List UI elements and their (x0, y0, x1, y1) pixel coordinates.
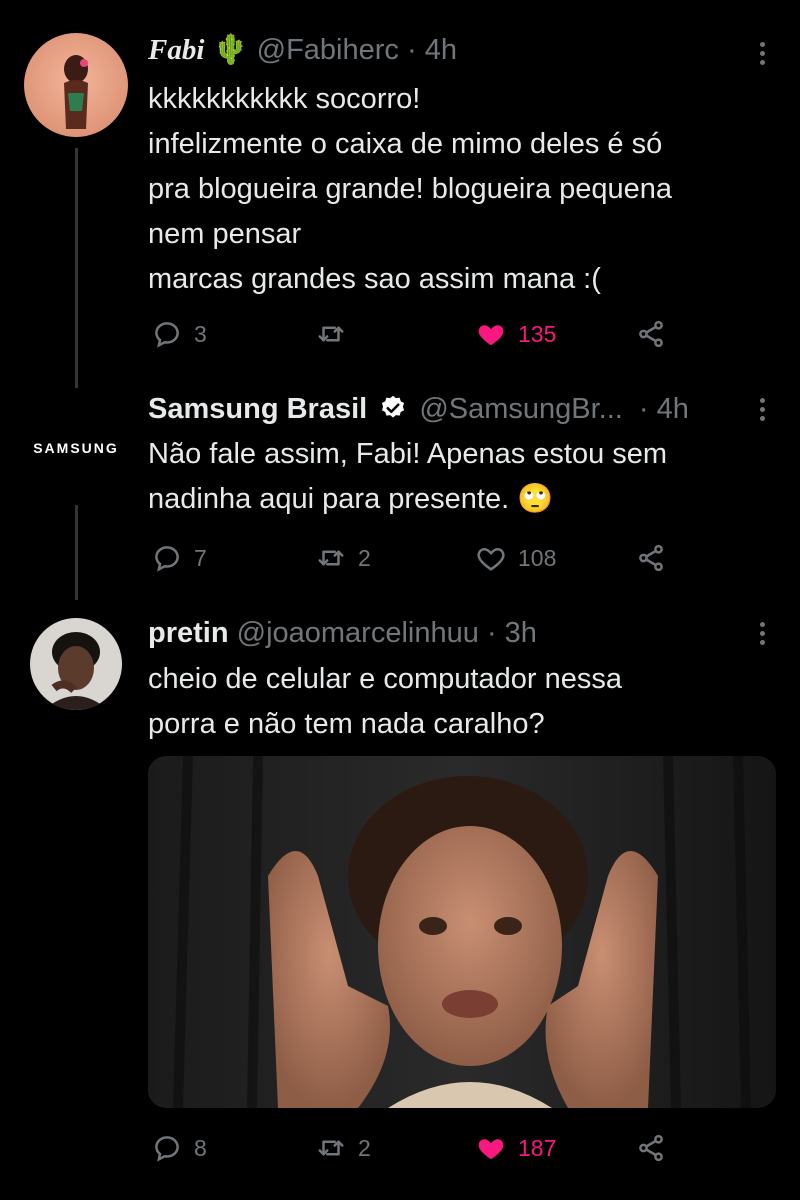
like-icon (478, 1139, 504, 1160)
avatar[interactable] (30, 618, 122, 710)
more-icon[interactable] (752, 398, 772, 425)
reply-button[interactable]: 7 (152, 538, 207, 578)
share-icon (639, 1134, 663, 1162)
thread-line (75, 148, 78, 388)
tweet-header: pretin @joaomarcelinhuu · 3h (148, 617, 537, 650)
reply-count: 7 (194, 544, 207, 571)
user-handle[interactable]: @Fabiherc (257, 34, 399, 66)
tweet-actions: 8 2 187 (148, 1128, 688, 1168)
tweet-text: Não fale assim, Fabi! Apenas estou sem n… (148, 438, 668, 515)
share-icon (639, 320, 663, 348)
eye-roll-emoji: 🙄 (517, 483, 554, 515)
reply-icon (155, 1136, 179, 1162)
display-name[interactable]: pretin (148, 617, 229, 649)
reply-button[interactable]: 3 (152, 314, 207, 354)
like-count: 135 (518, 320, 557, 347)
tweet-header: Samsung Brasil @SamsungBr... · 4h (148, 393, 689, 430)
reply-count: 3 (194, 320, 207, 347)
samsung-logo: SAMSUNG (33, 440, 119, 456)
thread-line (75, 505, 78, 600)
display-name[interactable]: Fabi (148, 34, 204, 66)
timestamp[interactable]: · 4h (639, 393, 689, 425)
share-icon (639, 544, 663, 572)
share-button[interactable] (636, 1128, 678, 1168)
more-icon[interactable] (752, 42, 772, 69)
timestamp[interactable]: · 3h (487, 617, 537, 649)
like-count: 108 (518, 544, 557, 571)
retweet-count: 2 (358, 544, 371, 571)
user-handle[interactable]: @joaomarcelinhuu (237, 617, 479, 649)
reply-icon (155, 322, 179, 348)
tweet-actions: 7 2 108 (148, 538, 688, 578)
more-icon[interactable] (752, 622, 772, 649)
retweet-button[interactable] (316, 314, 358, 354)
like-button[interactable]: 187 (476, 1128, 556, 1168)
retweet-icon (318, 326, 344, 342)
tweet-text: kkkkkkkkkkk socorro! infelizmente o caix… (148, 83, 673, 295)
retweet-button[interactable]: 2 (316, 538, 371, 578)
like-button[interactable]: 135 (476, 314, 556, 354)
reply-icon (155, 546, 179, 572)
retweet-button[interactable]: 2 (316, 1128, 371, 1168)
like-icon (477, 547, 505, 571)
retweet-count: 2 (358, 1134, 371, 1161)
user-handle[interactable]: @SamsungBr... (419, 393, 623, 425)
tweet-header: Fabi 🌵 @Fabiherc · 4h (148, 33, 457, 67)
tweet-actions: 3 135 (148, 314, 688, 354)
verified-icon (379, 394, 407, 430)
reply-count: 8 (194, 1134, 207, 1161)
retweet-icon (318, 1140, 344, 1156)
like-button[interactable]: 108 (476, 538, 556, 578)
like-count: 187 (518, 1134, 557, 1161)
display-name[interactable]: Samsung Brasil (148, 393, 367, 425)
timestamp[interactable]: · 4h (407, 34, 457, 66)
like-icon (478, 325, 504, 346)
avatar[interactable]: SAMSUNG (24, 396, 128, 500)
retweet-icon (318, 550, 344, 566)
tweet-text: cheio de celular e computador nessa porr… (148, 663, 622, 740)
share-button[interactable] (636, 314, 678, 354)
avatar[interactable] (24, 33, 128, 137)
tweet-media-image[interactable] (148, 756, 776, 1108)
cactus-icon: 🌵 (212, 34, 249, 66)
reply-button[interactable]: 8 (152, 1128, 207, 1168)
share-button[interactable] (636, 538, 678, 578)
